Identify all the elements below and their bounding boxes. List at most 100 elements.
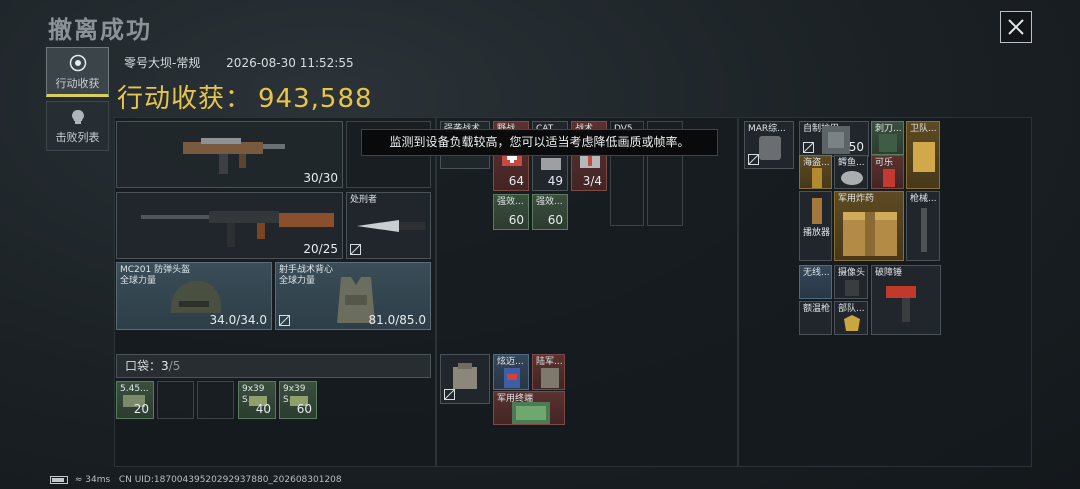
loot-item-name: 额温枪 [803, 304, 831, 314]
loot-item-name: 鳄鱼... [838, 158, 865, 168]
primary-weapon-slot[interactable]: 30/30 [116, 121, 343, 188]
helmet-slot[interactable]: MC201 防弹头盔 全球力量 34.0/34.0 [116, 262, 272, 330]
pocket-current: 3 [161, 359, 169, 373]
loot-item-name: 卫队... [910, 124, 937, 134]
loot-item-name: 枪械... [910, 194, 937, 204]
close-button[interactable] [1000, 11, 1032, 43]
ammo-box-icon [541, 158, 561, 170]
knife-icon [357, 220, 425, 232]
pocket-item-count: 40 [255, 402, 271, 416]
loot-item-name: 摄像头 [838, 268, 866, 278]
breaching-hammer-icon [886, 286, 916, 322]
performance-tooltip: 监测到设备负载较高，您可以适当考虑降低画质或帧率。 [361, 129, 718, 156]
terminal-icon [512, 402, 550, 424]
wifi-icon: ≈ [74, 475, 83, 485]
loot-item-name: 军用炸药 [838, 194, 875, 204]
flashlight-icon [812, 198, 822, 224]
pocket-item[interactable] [197, 381, 234, 419]
pocket-label: 口袋： [125, 359, 162, 373]
harvest-value: 943,588 [258, 84, 373, 114]
tab-kill-list-label: 击败列表 [55, 131, 100, 144]
tab-harvest-label: 行动收获 [55, 77, 100, 90]
bag-item[interactable]: 炫迈... [493, 354, 529, 390]
chest-item[interactable]: 强效... 60 [532, 194, 568, 230]
no-damage-icon [748, 154, 759, 165]
loot-item[interactable]: 破障锤 [871, 265, 941, 335]
battery-icon [50, 475, 68, 484]
tab-harvest[interactable]: 行动收获 [46, 47, 109, 97]
chest-item-name: 强效... [497, 197, 524, 207]
pouch-icon [759, 136, 781, 160]
loot-item[interactable]: 鳄鱼... [834, 155, 868, 189]
no-damage-icon [444, 389, 455, 400]
loot-item[interactable]: 自制护甲 50 [799, 121, 869, 157]
loot-item[interactable]: 枪械... [906, 191, 940, 261]
canteen-icon [541, 368, 559, 388]
loot-item-name: 破障锤 [875, 268, 903, 278]
gun-part-icon [921, 208, 927, 252]
loot-item[interactable]: 播放器 [799, 191, 832, 261]
loot-item-name: 无线... [803, 268, 830, 278]
smg-icon [183, 138, 285, 174]
document-icon [913, 142, 935, 172]
case-item-name: MAR综... [748, 124, 786, 134]
map-name: 零号大坝-常规 [124, 56, 201, 70]
loot-item[interactable]: 海盗... [799, 155, 832, 189]
pocket-item[interactable]: 5.45... 20 [116, 381, 154, 419]
melee-name: 处刑者 [350, 195, 378, 205]
loot-item-name: 播放器 [803, 228, 831, 238]
primary-weapon-ammo: 30/30 [303, 171, 338, 185]
status-bar: ≈ 34ms CN UID:18700439520292937880_20260… [50, 475, 342, 485]
loot-item[interactable]: 额温枪 [799, 301, 832, 335]
chest-item-count: 60 [547, 213, 563, 227]
bag-item[interactable]: 军用终端 [493, 391, 565, 425]
pocket-item[interactable]: 9x39 S... 60 [279, 381, 317, 419]
backpack-slot[interactable] [440, 354, 490, 404]
pocket-item-name: 5.45... [120, 384, 149, 394]
soda-can-icon [883, 169, 895, 187]
pocket-max: /5 [168, 359, 181, 373]
gadget-icon [841, 171, 863, 185]
no-damage-icon [350, 244, 361, 255]
pocket-item[interactable]: 9x39 S... 40 [238, 381, 276, 419]
tab-kill-list[interactable]: 击败列表 [46, 101, 109, 151]
no-damage-icon [279, 315, 290, 326]
skull-icon [71, 110, 84, 124]
chest-item-count: 64 [508, 174, 524, 188]
loot-item[interactable]: 刺刀... [871, 121, 904, 155]
bag-item[interactable]: 陆军... [532, 354, 565, 390]
close-icon [1008, 19, 1024, 35]
pocket-item-count: 20 [133, 402, 149, 416]
explosive-crate-icon [843, 212, 897, 256]
pocket-item[interactable] [157, 381, 194, 419]
melee-slot[interactable]: 处刑者 [346, 192, 431, 259]
loot-item[interactable]: 可乐 [871, 155, 904, 189]
badge-icon [844, 315, 860, 331]
loot-item[interactable]: 军用炸药 [834, 191, 904, 261]
gum-pack-icon [504, 368, 520, 388]
harvest-total: 行动收获： 943,588 [117, 78, 373, 115]
loot-item[interactable]: 部队... [834, 301, 868, 335]
helmet-durability: 34.0/34.0 [209, 313, 267, 327]
bottle-icon [812, 168, 822, 188]
case-slot[interactable]: MAR综... [744, 121, 794, 169]
harvest-label: 行动收获： [117, 84, 253, 114]
helmet-sub: 全球力量 [120, 276, 157, 286]
loot-item-name: 可乐 [875, 158, 894, 168]
target-badge-icon [69, 54, 86, 72]
chest-item-count: 3/4 [582, 174, 602, 188]
pocket-item-count: 60 [296, 402, 312, 416]
secondary-weapon-slot[interactable]: 20/25 [116, 192, 343, 259]
chest-item[interactable]: 强效... 60 [493, 194, 529, 230]
chest-item-name: 强效... [536, 197, 563, 207]
loot-item[interactable]: 无线... [799, 265, 832, 299]
vest-title: 射手战术背心 [279, 265, 334, 275]
loot-item[interactable]: 摄像头 [834, 265, 868, 299]
chest-item-count: 49 [547, 174, 563, 188]
bandage-icon [580, 154, 600, 168]
armor-plate-icon [822, 126, 850, 154]
pocket-header: 口袋：3/5 [116, 354, 431, 378]
vest-name: 射手战术背心 全球力量 [279, 265, 333, 287]
loot-item[interactable]: 卫队... [906, 121, 940, 189]
vest-slot[interactable]: 射手战术背心 全球力量 81.0/85.0 [275, 262, 431, 330]
